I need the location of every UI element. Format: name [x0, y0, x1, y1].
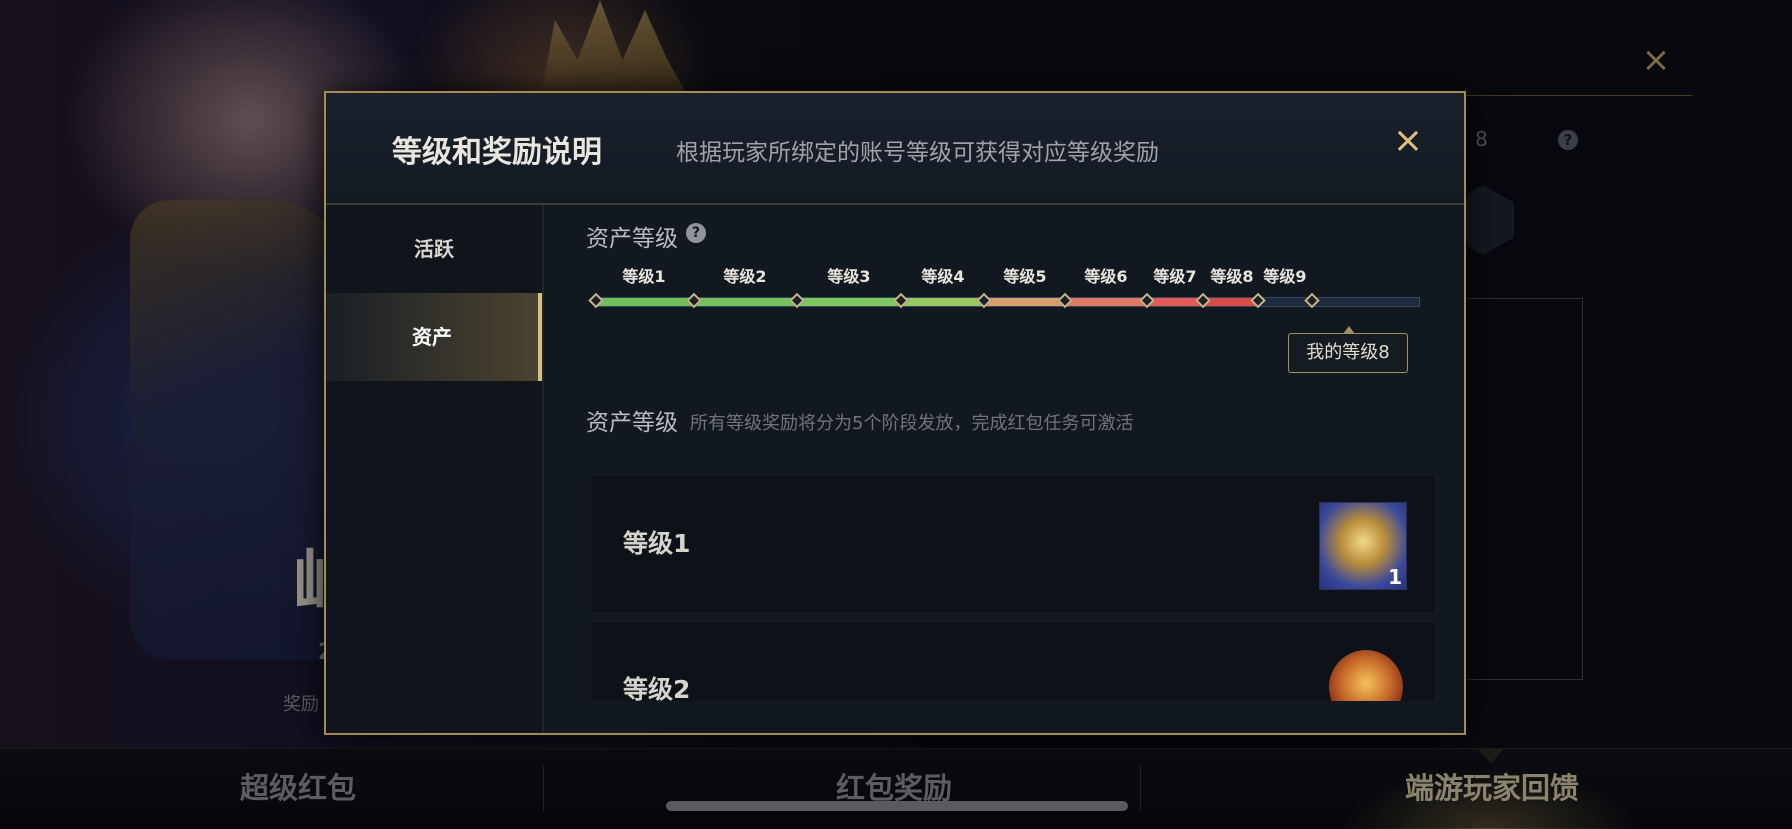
level-track-segment — [596, 298, 694, 306]
modal-sidebar: 活跃 资产 — [326, 205, 544, 733]
level-track-segment — [901, 298, 984, 306]
level-rewards-modal: 等级和奖励说明 根据玩家所绑定的账号等级可获得对应等级奖励 × 活跃 资产 资产… — [324, 91, 1466, 735]
gold-emblem-icon[interactable]: 1 — [1319, 502, 1407, 590]
content-scroll-fade — [590, 701, 1436, 733]
asset-level-title: 资产等级 — [586, 226, 678, 252]
reward-row: 等级1 1 — [590, 475, 1436, 613]
level-track-label: 等级2 — [723, 267, 767, 286]
reward-level-name: 等级1 — [623, 529, 691, 558]
modal-content: 资产等级 ? 等级1 等级2 等级3 等级4 等级5 等级6 等级7 等级8 等级9 资产等级 … — [544, 205, 1464, 733]
level-track-label: 等级1 — [622, 267, 666, 286]
sidebar-item-assets[interactable]: 资产 — [326, 293, 542, 381]
modal-title: 等级和奖励说明 — [392, 135, 602, 170]
modal-subtitle: 根据玩家所绑定的账号等级可获得对应等级奖励 — [676, 140, 1159, 166]
reward-count: 1 — [1388, 565, 1402, 589]
reward-section-title: 资产等级 — [586, 410, 678, 436]
my-level-tag: 我的等级8 — [1288, 333, 1408, 373]
level-track-label: 等级4 — [921, 267, 965, 286]
modal-header: 等级和奖励说明 根据玩家所绑定的账号等级可获得对应等级奖励 × — [326, 93, 1464, 205]
reward-note: 所有等级奖励将分为5个阶段发放，完成红包任务可激活 — [690, 413, 1134, 434]
close-icon[interactable]: × — [1386, 119, 1430, 163]
help-icon[interactable]: ? — [686, 223, 706, 243]
level-track-label: 等级3 — [827, 267, 871, 286]
level-track-segment — [797, 298, 901, 306]
level-track-segment — [984, 298, 1065, 306]
level-track-label: 等级6 — [1084, 267, 1128, 286]
level-track-label: 等级8 — [1210, 267, 1254, 286]
level-track-label: 等级7 — [1153, 267, 1197, 286]
sidebar-item-active[interactable]: 活跃 — [326, 205, 542, 293]
level-track-label: 等级5 — [1003, 267, 1047, 286]
level-track-segment — [1065, 298, 1147, 306]
level-track-label: 等级9 — [1263, 267, 1307, 286]
level-track-segment — [694, 298, 797, 306]
